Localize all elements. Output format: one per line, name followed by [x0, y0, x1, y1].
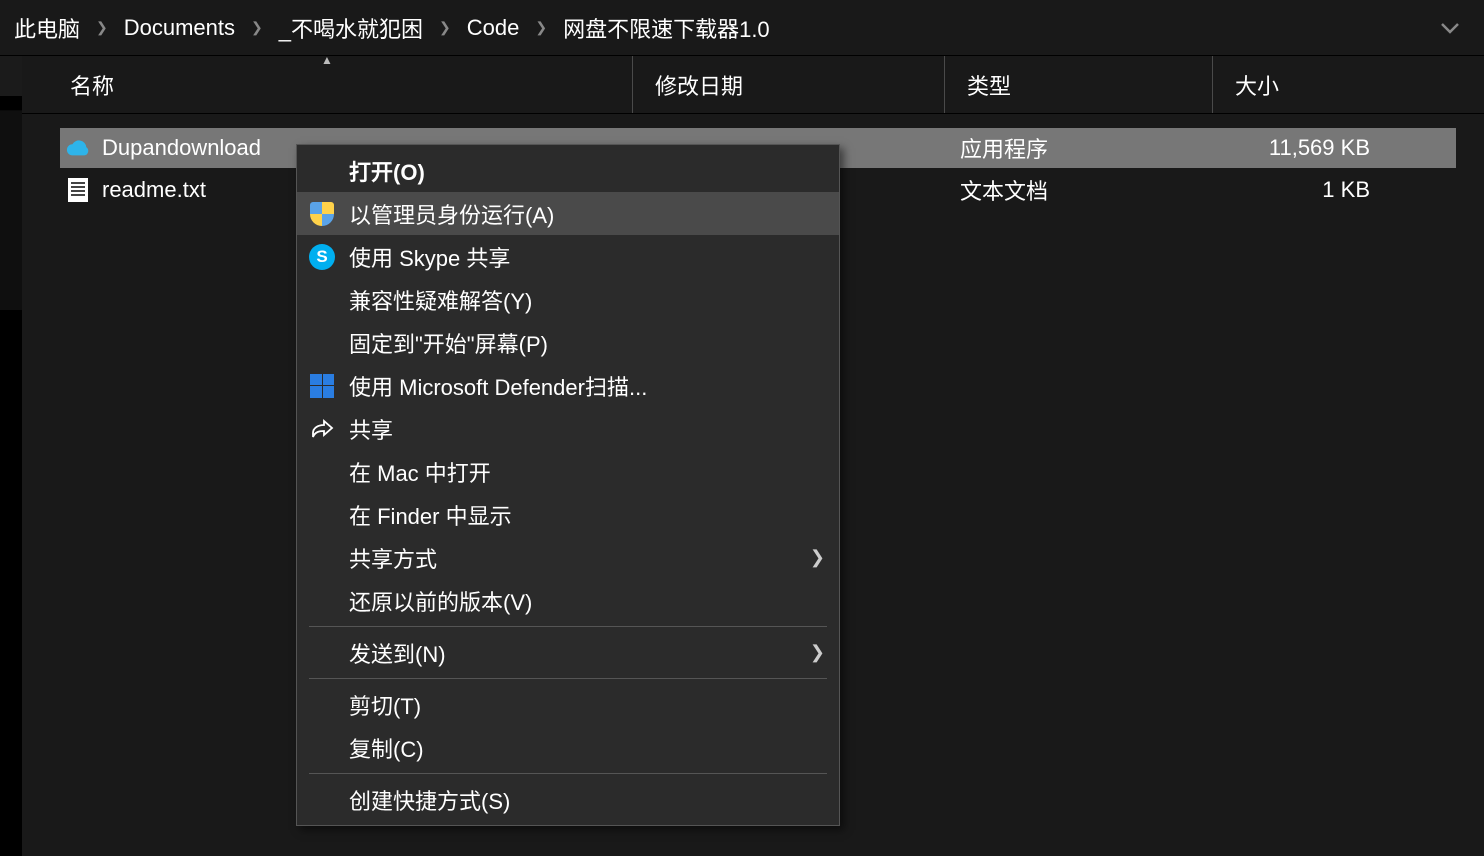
blank-icon [307, 285, 337, 315]
menu-label: 剪切(T) [349, 689, 825, 721]
chevron-right-icon: ❯ [241, 19, 273, 36]
menu-restore-previous[interactable]: 还原以前的版本(V) [297, 579, 839, 622]
column-name[interactable]: ▲ 名称 [22, 56, 632, 113]
blank-icon [307, 500, 337, 530]
file-size: 11,569 KB [1214, 135, 1386, 161]
left-gutter [0, 56, 22, 856]
blank-icon [307, 690, 337, 720]
menu-share-with[interactable]: 共享方式 ❯ [297, 536, 839, 579]
defender-icon [307, 371, 337, 401]
menu-label: 兼容性疑难解答(Y) [349, 284, 825, 316]
menu-separator [309, 678, 827, 679]
menu-cut[interactable]: 剪切(T) [297, 683, 839, 726]
file-size: 1 KB [1214, 177, 1386, 203]
uac-shield-icon [307, 199, 337, 229]
menu-copy[interactable]: 复制(C) [297, 726, 839, 769]
menu-create-shortcut[interactable]: 创建快捷方式(S) [297, 778, 839, 821]
column-date-label: 修改日期 [655, 69, 743, 101]
sort-ascending-icon: ▲ [321, 53, 333, 67]
menu-share[interactable]: 共享 [297, 407, 839, 450]
blank-icon [307, 457, 337, 487]
file-type: 文本文档 [946, 174, 1214, 206]
expand-breadcrumb-button[interactable] [1424, 16, 1476, 40]
context-menu: 打开(O) 以管理员身份运行(A) S 使用 Skype 共享 兼容性疑难解答(… [296, 144, 840, 826]
chevron-right-icon: ❯ [525, 19, 557, 36]
chevron-right-icon: ❯ [429, 19, 461, 36]
breadcrumb-item-folder1[interactable]: _不喝水就犯困 [273, 12, 429, 44]
file-name: readme.txt [102, 177, 206, 203]
menu-separator [309, 773, 827, 774]
column-type-label: 类型 [967, 69, 1011, 101]
column-size-label: 大小 [1235, 69, 1279, 101]
menu-label: 发送到(N) [349, 637, 810, 669]
menu-pin-to-start[interactable]: 固定到"开始"屏幕(P) [297, 321, 839, 364]
menu-label: 共享方式 [349, 542, 810, 574]
menu-skype-share[interactable]: S 使用 Skype 共享 [297, 235, 839, 278]
blank-icon [307, 156, 337, 186]
blank-icon [307, 586, 337, 616]
menu-label: 使用 Microsoft Defender扫描... [349, 370, 825, 402]
menu-show-in-finder[interactable]: 在 Finder 中显示 [297, 493, 839, 536]
blank-icon [307, 543, 337, 573]
menu-label: 在 Finder 中显示 [349, 499, 825, 531]
chevron-right-icon: ❯ [86, 19, 118, 36]
column-size[interactable]: 大小 [1212, 56, 1384, 113]
cloud-app-icon [66, 136, 90, 160]
skype-icon: S [307, 242, 337, 272]
menu-label: 在 Mac 中打开 [349, 456, 825, 488]
share-icon [307, 414, 337, 444]
menu-label: 以管理员身份运行(A) [349, 198, 825, 230]
text-file-icon [66, 178, 90, 202]
menu-send-to[interactable]: 发送到(N) ❯ [297, 631, 839, 674]
menu-label: 共享 [349, 413, 825, 445]
blank-icon [307, 785, 337, 815]
breadcrumb-item-current[interactable]: 网盘不限速下载器1.0 [557, 12, 776, 44]
breadcrumb-item-thispc[interactable]: 此电脑 [8, 12, 86, 44]
chevron-right-icon: ❯ [810, 547, 825, 568]
blank-icon [307, 638, 337, 668]
column-type[interactable]: 类型 [944, 56, 1212, 113]
breadcrumb: 此电脑 ❯ Documents ❯ _不喝水就犯困 ❯ Code ❯ 网盘不限速… [0, 0, 1484, 56]
menu-compat-troubleshoot[interactable]: 兼容性疑难解答(Y) [297, 278, 839, 321]
blank-icon [307, 328, 337, 358]
menu-label: 固定到"开始"屏幕(P) [349, 327, 825, 359]
menu-label: 打开(O) [349, 155, 825, 187]
column-headers: ▲ 名称 修改日期 类型 大小 [22, 56, 1484, 114]
menu-separator [309, 626, 827, 627]
menu-defender-scan[interactable]: 使用 Microsoft Defender扫描... [297, 364, 839, 407]
menu-run-as-admin[interactable]: 以管理员身份运行(A) [297, 192, 839, 235]
column-date[interactable]: 修改日期 [632, 56, 944, 113]
column-name-label: 名称 [70, 69, 114, 101]
menu-open-in-mac[interactable]: 在 Mac 中打开 [297, 450, 839, 493]
menu-open[interactable]: 打开(O) [297, 149, 839, 192]
breadcrumb-item-code[interactable]: Code [461, 15, 526, 41]
menu-label: 使用 Skype 共享 [349, 241, 825, 273]
file-name: Dupandownload [102, 135, 261, 161]
menu-label: 还原以前的版本(V) [349, 585, 825, 617]
menu-label: 复制(C) [349, 732, 825, 764]
menu-label: 创建快捷方式(S) [349, 784, 825, 816]
breadcrumb-item-documents[interactable]: Documents [118, 15, 241, 41]
blank-icon [307, 733, 337, 763]
file-type: 应用程序 [946, 132, 1214, 164]
chevron-right-icon: ❯ [810, 642, 825, 663]
